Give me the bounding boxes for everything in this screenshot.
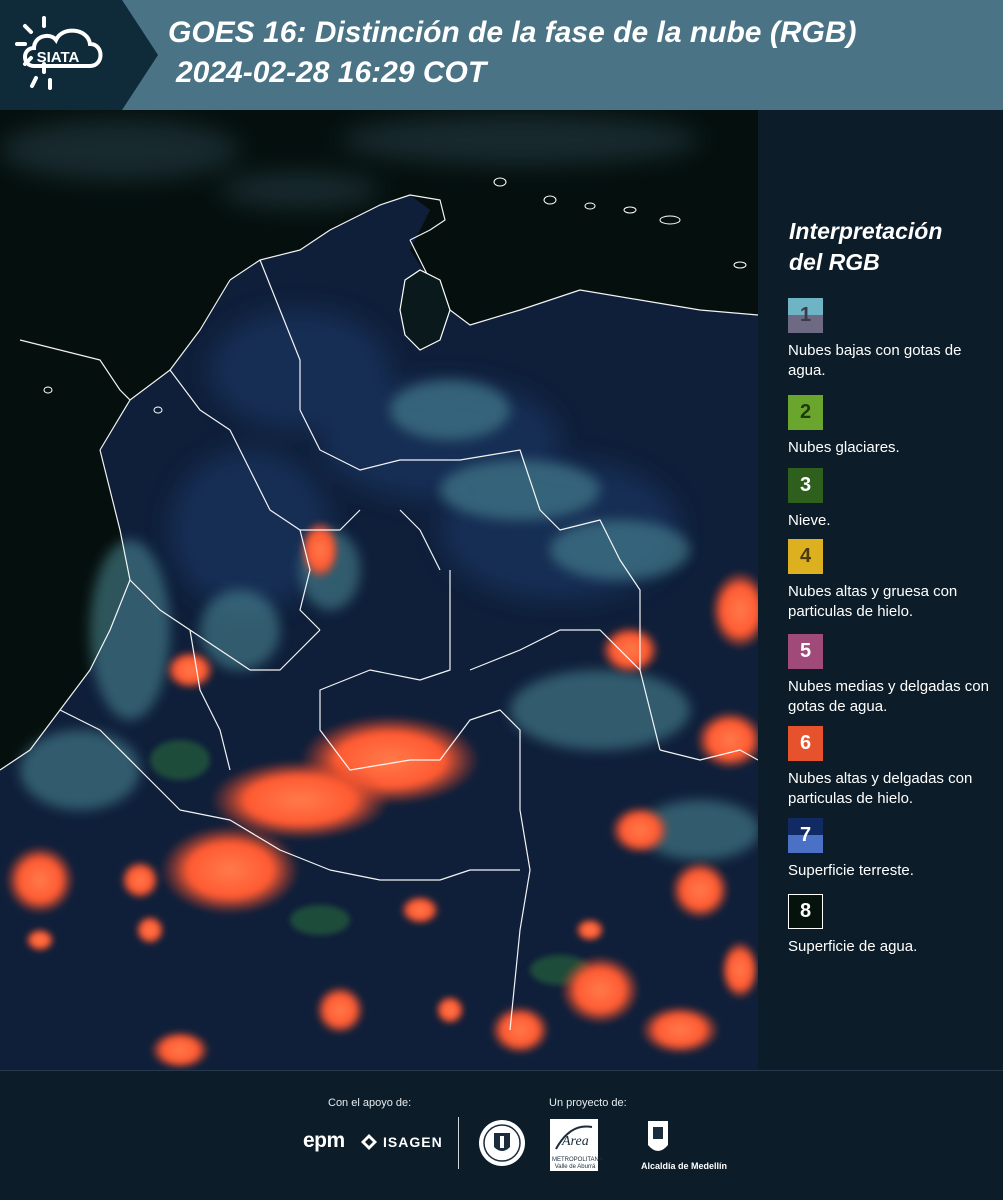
legend-number-4: 4	[799, 545, 812, 567]
siata-logo-text: SIATA	[37, 49, 80, 66]
siata-logo[interactable]: SIATA	[0, 0, 160, 110]
area-metropolitana-subtext: METROPOLITANA Valle de Aburrá	[552, 1157, 603, 1170]
legend-label-6: Nubes altas y delgadas con particulas de…	[788, 770, 973, 807]
legend-item-3: 3 Nieve.	[788, 468, 1003, 531]
legend-label-1: Nubes bajas con gotas de agua.	[788, 342, 962, 379]
legend-swatch-6: 6	[788, 726, 823, 761]
legend-label-3: Nieve.	[788, 512, 831, 529]
legend-swatch-4: 4	[788, 539, 823, 574]
legend-item-6: 6 Nubes altas y delgadas con particulas …	[788, 726, 1003, 809]
satellite-map[interactable]	[0, 110, 758, 1070]
legend-label-8: Superficie de agua.	[788, 938, 918, 955]
legend-title-line1: Interpretación	[789, 218, 943, 244]
footer: Con el apoyo de: Un proyecto de: epm ISA…	[0, 1070, 1003, 1200]
legend-item-2: 2 Nubes glaciares.	[788, 395, 1003, 458]
project-label: Un proyecto de:	[549, 1097, 627, 1109]
university-seal-icon[interactable]	[478, 1119, 526, 1167]
legend-item-4: 4 Nubes altas y gruesa con particulas de…	[788, 539, 1003, 622]
legend-item-7: 7 Superficie terreste.	[788, 818, 1003, 881]
satellite-rgb-image	[0, 110, 758, 1070]
isagen-logo[interactable]: ISAGEN	[360, 1133, 443, 1151]
epm-logo-text: epm	[303, 1129, 345, 1152]
legend-label-2: Nubes glaciares.	[788, 439, 900, 456]
legend-label-7: Superficie terreste.	[788, 862, 914, 879]
legend-number-2: 2	[799, 401, 812, 423]
legend-swatch-5: 5	[788, 634, 823, 669]
legend-swatch-2: 2	[788, 395, 823, 430]
legend-number-1: 1	[799, 304, 812, 326]
siata-logo-icon: SIATA	[0, 0, 158, 110]
support-label: Con el apoyo de:	[328, 1097, 412, 1109]
epm-logo[interactable]: epm	[303, 1129, 345, 1153]
legend-swatch-8: 8	[788, 894, 823, 929]
legend-label-4: Nubes altas y gruesa con particulas de h…	[788, 583, 958, 620]
legend-label-5: Nubes medias y delgadas con gotas de agu…	[788, 678, 989, 715]
legend-swatch-7: 7	[788, 818, 823, 853]
isagen-logo-text: ISAGEN	[383, 1134, 443, 1150]
legend-number-8: 8	[799, 900, 812, 922]
alcaldia-shield-icon[interactable]	[645, 1119, 671, 1159]
legend-swatch-3: 3	[788, 468, 823, 503]
page-timestamp: 2024-02-28 16:29 COT	[176, 56, 487, 89]
isagen-icon	[361, 1134, 377, 1150]
alcaldia-text: Alcaldía de Medellín	[641, 1161, 728, 1171]
legend-title: Interpretación del RGB	[789, 216, 989, 278]
area-metropolitana-icon: Área	[555, 1125, 593, 1150]
legend-swatch-1: 1	[788, 298, 823, 333]
legend-title-line2: del RGB	[789, 249, 880, 275]
legend-number-5: 5	[799, 640, 812, 662]
footer-divider	[458, 1117, 459, 1169]
legend-panel: Interpretación del RGB 1 Nubes bajas con…	[760, 110, 1003, 1070]
page-title: GOES 16: Distinción de la fase de la nub…	[168, 16, 857, 49]
legend-item-8: 8 Superficie de agua.	[788, 894, 1003, 957]
legend-number-6: 6	[799, 732, 812, 754]
svg-text:Área: Área	[561, 1132, 589, 1149]
header-bar: SIATA GOES 16: Distinción de la fase de …	[0, 0, 1003, 110]
legend-item-5: 5 Nubes medias y delgadas con gotas de a…	[788, 634, 1003, 717]
legend-item-1: 1 Nubes bajas con gotas de agua.	[788, 298, 1003, 381]
legend-number-3: 3	[799, 474, 812, 496]
legend-number-7: 7	[799, 824, 812, 846]
